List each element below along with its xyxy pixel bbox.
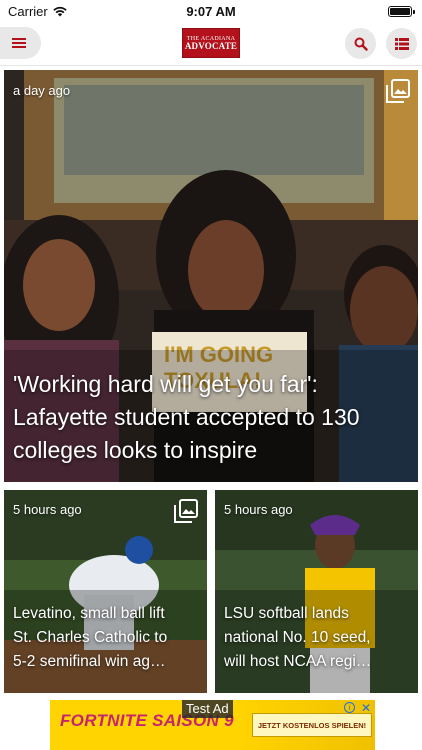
story-headline: LSU softball lands national No. 10 seed,… [224,602,412,674]
story-card[interactable]: 5 hours ago LSU softball lands national … [215,490,418,693]
sections-button[interactable] [386,28,417,59]
wifi-icon [53,6,67,17]
story-headline-line: St. Charles Catholic to [13,629,168,646]
hero-headline: 'Working hard will get you far': Lafayet… [13,371,360,463]
photo-gallery-icon [386,79,410,103]
story-headline-line: Levatino, small ball lift [13,605,165,622]
test-ad-label: Test Ad [182,700,233,718]
acadiana-advocate-logo[interactable]: THE ACADIANA ADVOCATE [182,28,240,58]
ad-info-icon[interactable]: i [344,702,355,713]
ad-close-icon[interactable]: ✕ [359,701,373,715]
story-headline: Levatino, small ball lift St. Charles Ca… [13,602,201,674]
story-time-ago: 5 hours ago [224,502,293,517]
battery-icon [388,6,415,17]
story-headline-line: 5-2 semifinal win ag… [13,653,166,670]
hero-time-ago: a day ago [13,83,71,98]
menu-button[interactable] [0,27,41,59]
battery-fill [390,8,410,15]
story-time-ago: 5 hours ago [13,502,82,517]
photo-gallery-icon [174,499,198,523]
search-button[interactable] [345,28,376,59]
hamburger-menu-icon [11,38,26,48]
carrier-label: Carrier [8,3,48,19]
app-header: THE ACADIANA ADVOCATE [0,22,422,66]
story-headline-line: will host NCAA regi… [224,653,372,670]
story-headline-line: national No. 10 seed, [224,629,371,646]
story-headline-line: LSU softball lands [224,605,349,622]
ad-cta-button[interactable]: JETZT KOSTENLOS SPIELEN! [252,713,372,737]
status-bar: Carrier 9:07 AM [0,0,422,22]
logo-line2: ADVOCATE [184,40,238,51]
hero-story-card[interactable]: I'M GOING TOXULA! a day ago 'Working har… [4,70,418,482]
sections-list-icon [394,37,409,50]
search-icon [354,37,368,51]
story-card[interactable]: 5 hours ago Levatino, small ball lift St… [4,490,207,693]
